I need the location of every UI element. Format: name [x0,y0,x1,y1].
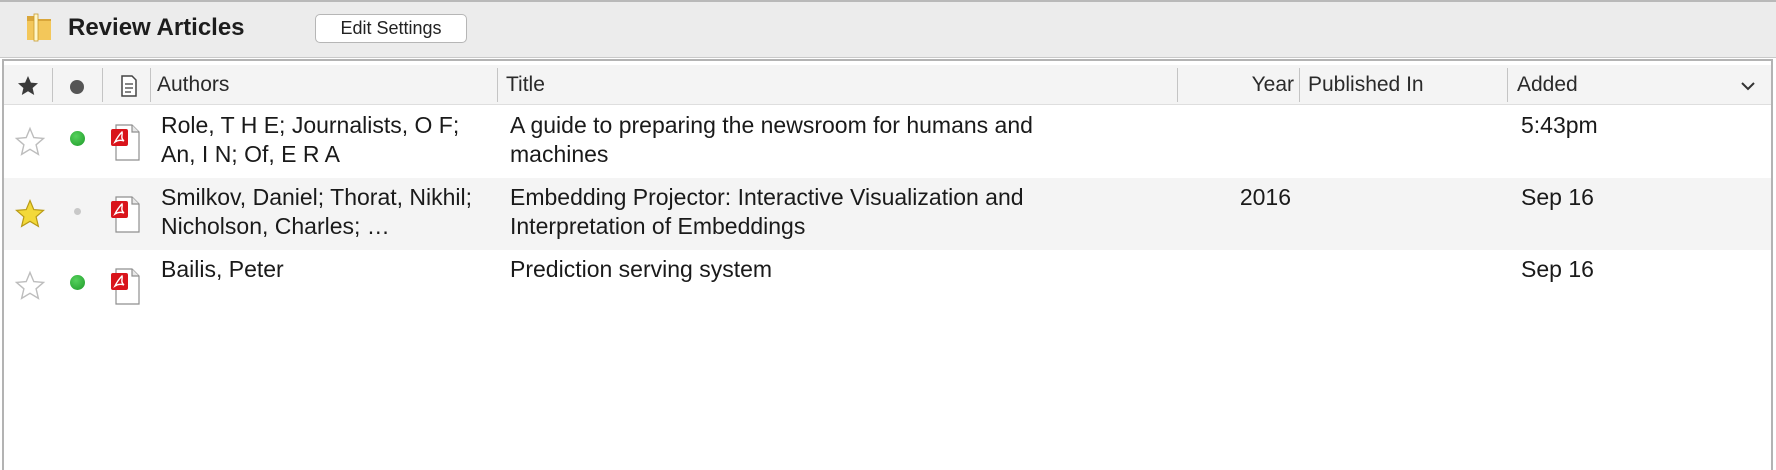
pdf-icon[interactable] [110,194,142,234]
table-header: Authors Title Year Published In Added [4,65,1771,105]
star-icon[interactable] [16,74,40,98]
title-cell: Embedding Projector: Interactive Visuali… [510,184,1024,239]
collection-toolbar: Review Articles Edit Settings [0,0,1776,58]
added-cell: Sep 16 [1521,184,1594,210]
table-row[interactable]: Role, T H E; Journalists, O F; An, I N; … [4,106,1771,178]
dot-icon[interactable] [70,80,84,94]
unread-dot-icon[interactable] [70,275,85,290]
added-cell: Sep 16 [1521,256,1594,282]
title-cell: Prediction serving system [510,256,773,282]
star-outline-icon[interactable] [14,126,46,158]
table-row[interactable]: Bailis, Peter Prediction serving system … [4,250,1771,322]
column-header-year[interactable]: Year [1176,65,1294,105]
chevron-down-icon[interactable] [1739,77,1757,95]
column-header-published-in[interactable]: Published In [1308,65,1424,105]
unread-dot-icon[interactable] [70,131,85,146]
column-separator[interactable] [1299,68,1300,102]
column-header-added[interactable]: Added [1517,65,1578,105]
collection-title: Review Articles [68,14,245,41]
articles-table: Authors Title Year Published In Added Ro… [2,59,1773,470]
column-separator[interactable] [52,68,53,102]
edit-settings-button[interactable]: Edit Settings [315,14,467,43]
star-outline-icon[interactable] [14,270,46,302]
column-separator[interactable] [102,68,103,102]
column-separator[interactable] [497,68,498,102]
year-cell: 2016 [1239,184,1291,210]
folder-icon [27,13,51,42]
pdf-icon[interactable] [110,122,142,162]
authors-cell: Bailis, Peter [161,256,284,282]
document-icon[interactable] [119,74,139,98]
column-header-title[interactable]: Title [506,65,545,105]
title-cell: A guide to preparing the newsroom for hu… [510,112,1033,167]
column-separator[interactable] [150,68,151,102]
table-row[interactable]: Smilkov, Daniel; Thorat, Nikhil; Nichols… [4,178,1771,250]
read-dot-icon[interactable] [74,208,81,215]
column-header-authors[interactable]: Authors [157,65,229,105]
pdf-icon[interactable] [110,266,142,306]
added-cell: 5:43pm [1521,112,1598,138]
authors-cell: Smilkov, Daniel; Thorat, Nikhil; Nichols… [161,184,473,239]
authors-cell: Role, T H E; Journalists, O F; An, I N; … [161,112,460,167]
column-separator[interactable] [1507,68,1508,102]
star-filled-icon[interactable] [14,198,46,230]
